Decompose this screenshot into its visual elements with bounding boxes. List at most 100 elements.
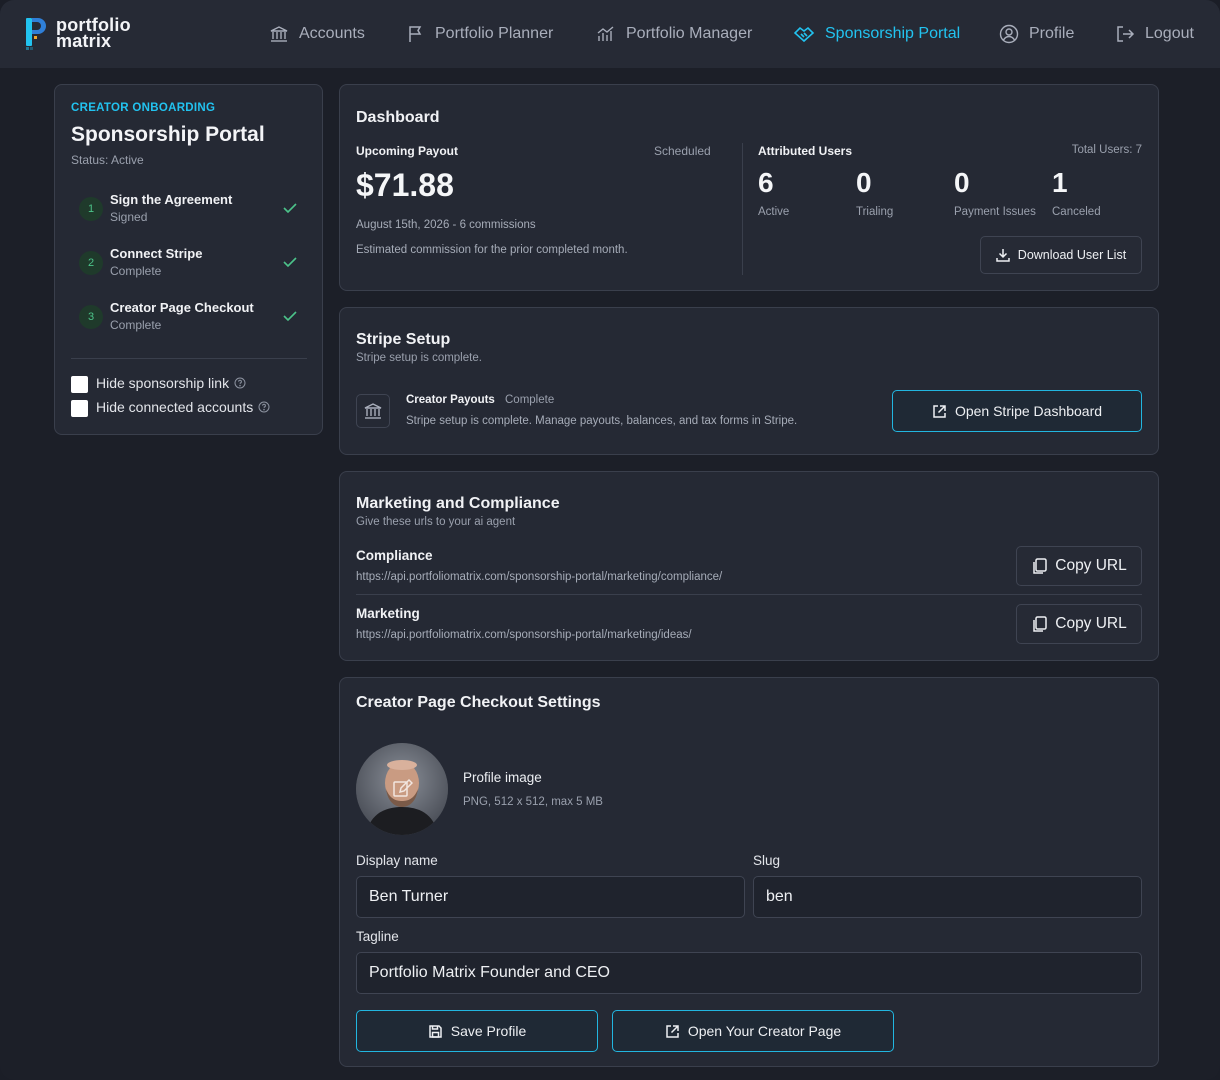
external-link-icon <box>933 404 946 418</box>
edit-pencil-icon[interactable] <box>391 777 413 799</box>
marketing-divider <box>356 594 1142 595</box>
step-2-badge: 2 <box>79 251 103 275</box>
stat-active-value: 6 <box>758 167 774 198</box>
nav-sponsorship-portal[interactable]: Sponsorship Portal <box>793 22 960 46</box>
help-icon[interactable] <box>234 377 246 389</box>
onboarding-status: Status: Active <box>71 153 144 167</box>
download-user-list-button[interactable]: Download User List <box>980 236 1142 274</box>
step-1-check-icon <box>283 203 297 214</box>
logout-icon <box>1117 26 1135 42</box>
copy-icon <box>1033 615 1047 632</box>
stripe-setup-title: Stripe Setup <box>356 331 451 348</box>
creator-payouts-label: Creator Payouts <box>406 394 495 406</box>
step-2-title: Connect Stripe <box>110 246 203 261</box>
save-profile-button[interactable]: Save Profile <box>356 1010 598 1052</box>
stripe-setup-subtitle: Stripe setup is complete. <box>356 352 482 364</box>
open-creator-page-button[interactable]: Open Your Creator Page <box>612 1010 894 1052</box>
flag-icon <box>409 26 422 42</box>
onboarding-eyebrow: CREATOR ONBOARDING <box>71 102 216 114</box>
total-users: Total Users: 7 <box>1071 144 1142 156</box>
slug-value: ben <box>766 888 793 905</box>
nav-logout[interactable]: Logout <box>1115 22 1194 46</box>
logo-mark-icon <box>24 14 48 52</box>
copy-marketing-url-button[interactable]: Copy URL <box>1016 604 1142 644</box>
copy-compliance-url-label: Copy URL <box>1055 557 1127 574</box>
chart-icon <box>597 26 614 41</box>
display-name-field[interactable]: Ben Turner <box>356 876 745 918</box>
dashboard-card: Dashboard Upcoming Payout Scheduled $71.… <box>339 84 1159 291</box>
compliance-label: Compliance <box>356 548 433 563</box>
nav-accounts-label: Accounts <box>299 25 365 42</box>
onboarding-card: CREATOR ONBOARDING Sponsorship Portal St… <box>54 84 323 435</box>
external-link-icon <box>666 1024 679 1038</box>
checkout-settings-title: Creator Page Checkout Settings <box>356 694 601 711</box>
marketing-card: Marketing and Compliance Give these urls… <box>339 471 1159 661</box>
stat-payment-issues-value: 0 <box>954 167 970 198</box>
copy-compliance-url-button[interactable]: Copy URL <box>1016 546 1142 586</box>
slug-field[interactable]: ben <box>753 876 1142 918</box>
step-2-status: Complete <box>110 264 162 278</box>
top-navigation: portfolio matrix Accounts Portfolio Plan… <box>0 0 1220 68</box>
marketing-title: Marketing and Compliance <box>356 495 560 512</box>
upcoming-payout-label: Upcoming Payout <box>356 144 459 158</box>
step-3-status: Complete <box>110 318 162 332</box>
onboarding-title: Sponsorship Portal <box>71 123 265 146</box>
download-user-list-label: Download User List <box>1017 248 1127 262</box>
creator-payouts-status: Complete <box>505 394 555 406</box>
copy-icon <box>1033 557 1047 574</box>
download-icon <box>996 249 1010 262</box>
slug-label: Slug <box>753 853 781 868</box>
open-creator-page-label: Open Your Creator Page <box>687 1023 842 1039</box>
hide-connected-accounts-checkbox[interactable] <box>71 400 88 417</box>
dashboard-title: Dashboard <box>356 109 440 126</box>
copy-marketing-url-label: Copy URL <box>1055 615 1127 632</box>
hide-sponsorship-link-checkbox[interactable] <box>71 376 88 393</box>
onboarding-divider <box>71 358 307 359</box>
marketing-subtitle: Give these urls to your ai agent <box>356 516 516 528</box>
nav-profile[interactable]: Profile <box>999 22 1074 46</box>
step-3-badge: 3 <box>79 305 103 329</box>
marketing-url-label: Marketing <box>356 606 420 621</box>
step-1-badge: 1 <box>79 197 103 221</box>
nav-sponsorship-portal-label: Sponsorship Portal <box>825 25 961 42</box>
profile-avatar[interactable] <box>356 743 448 835</box>
help-icon[interactable] <box>258 401 270 413</box>
payout-note: Estimated commission for the prior compl… <box>356 244 628 256</box>
brand-line-2: matrix <box>56 31 112 51</box>
compliance-url: https://api.portfoliomatrix.com/sponsors… <box>356 571 723 583</box>
bank-icon <box>270 26 288 42</box>
payout-state: Scheduled <box>654 144 711 158</box>
payout-date: August 15th, 2026 - 6 commissions <box>356 219 536 231</box>
creator-payouts-desc: Stripe setup is complete. Manage payouts… <box>406 415 798 427</box>
brand-logo[interactable]: portfolio matrix <box>24 14 131 52</box>
dashboard-vertical-divider <box>742 143 743 275</box>
step-3-check-icon <box>283 311 297 322</box>
display-name-label: Display name <box>356 853 438 868</box>
stat-active-label: Active <box>758 206 790 218</box>
hide-sponsorship-link-label: Hide sponsorship link <box>96 375 230 391</box>
user-circle-icon <box>999 24 1019 44</box>
stat-canceled-value: 1 <box>1052 167 1068 198</box>
hide-sponsorship-link-row: Hide sponsorship link <box>96 375 246 391</box>
tagline-field[interactable]: Portfolio Matrix Founder and CEO <box>356 952 1142 994</box>
marketing-url: https://api.portfoliomatrix.com/sponsors… <box>356 629 692 641</box>
nav-portfolio-manager-label: Portfolio Manager <box>626 25 753 42</box>
open-stripe-dashboard-button[interactable]: Open Stripe Dashboard <box>892 390 1142 432</box>
profile-image-label: Profile image <box>463 770 542 785</box>
checkout-settings-card: Creator Page Checkout Settings Profile i… <box>339 677 1159 1067</box>
save-icon <box>429 1024 442 1038</box>
stat-canceled-label: Canceled <box>1052 206 1101 218</box>
nav-portfolio-manager[interactable]: Portfolio Manager <box>596 22 752 46</box>
stat-payment-issues-label: Payment Issues <box>954 206 1036 218</box>
nav-logout-label: Logout <box>1145 25 1194 42</box>
display-name-value: Ben Turner <box>369 888 449 905</box>
nav-portfolio-planner[interactable]: Portfolio Planner <box>407 22 553 46</box>
payout-amount: $71.88 <box>356 167 454 203</box>
nav-profile-label: Profile <box>1029 25 1075 42</box>
step-1-title: Sign the Agreement <box>110 192 233 207</box>
nav-accounts[interactable]: Accounts <box>269 22 365 46</box>
bank-icon <box>364 403 382 419</box>
stripe-setup-card: Stripe Setup Stripe setup is complete. C… <box>339 307 1159 455</box>
app-window: portfolio matrix Accounts Portfolio Plan… <box>0 0 1220 1080</box>
stripe-bank-tile <box>356 394 390 428</box>
